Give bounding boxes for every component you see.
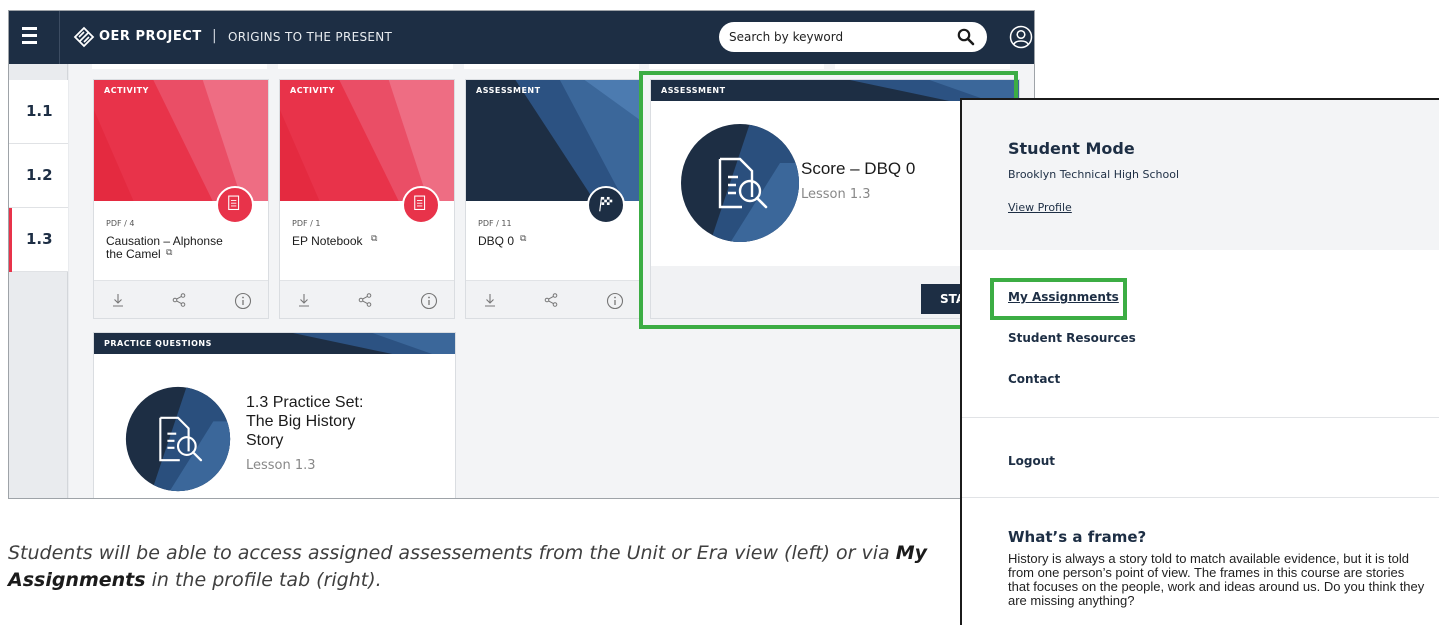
lesson-sidebar: 1.1 1.2 1.3: [9, 64, 68, 498]
checkered-flag-icon: [587, 186, 625, 224]
previous-row-card-edge: [278, 64, 453, 69]
school-name: Brooklyn Technical High School: [1008, 168, 1179, 181]
sidebar-item-label: 1.3: [26, 230, 53, 248]
search-icon[interactable]: [957, 28, 975, 46]
download-icon[interactable]: [110, 292, 126, 308]
top-navigation-bar: OER PROJECT | ORIGINS TO THE PRESENT: [9, 11, 1034, 64]
previous-row-card-edge: [835, 64, 1010, 69]
search-box: [719, 22, 987, 52]
highlight-box-my-assignments: [990, 278, 1127, 320]
card-title-line[interactable]: DBQ 0: [478, 235, 514, 248]
practice-search-document-icon: [125, 386, 231, 492]
practice-title-line[interactable]: Story: [246, 431, 283, 450]
share-icon[interactable]: [171, 292, 187, 308]
slide: OER PROJECT | ORIGINS TO THE PRESENT 1.1…: [0, 0, 1439, 625]
practice-questions-card[interactable]: PRACTICE QUESTIONS 1.3 Practice Set: The…: [93, 332, 456, 498]
file-info: PDF / 4: [106, 219, 135, 228]
student-resources-link[interactable]: Student Resources: [1008, 331, 1136, 345]
oer-logo-icon[interactable]: [73, 26, 95, 48]
course-title: ORIGINS TO THE PRESENT: [228, 30, 393, 44]
file-info: PDF / 1: [292, 219, 321, 228]
sidebar-item-1-2[interactable]: 1.2: [9, 144, 68, 208]
card-hero-image: [466, 80, 640, 201]
card-actions: [466, 280, 640, 318]
resource-card-causation[interactable]: ACTIVITY PDF / 4 Causation – Alphonse th…: [93, 79, 269, 319]
practice-title-line[interactable]: 1.3 Practice Set:: [246, 393, 363, 412]
card-title-line[interactable]: the Camel: [106, 248, 161, 261]
share-icon[interactable]: [543, 292, 559, 308]
caption-text: in the profile tab (right).: [145, 569, 382, 591]
brand-separator: |: [212, 28, 217, 44]
external-link-icon[interactable]: ⧉: [166, 248, 172, 258]
search-input[interactable]: [729, 28, 939, 46]
card-tag: ACTIVITY: [290, 86, 335, 95]
topbar-divider: [59, 11, 60, 64]
card-actions: [280, 280, 454, 318]
card-hero-image: [94, 80, 268, 201]
lesson-label: Lesson 1.3: [246, 458, 316, 473]
profile-panel: Student Mode Brooklyn Technical High Sch…: [960, 98, 1439, 625]
info-icon[interactable]: [234, 292, 252, 310]
card-tag: ACTIVITY: [104, 86, 149, 95]
user-profile-icon[interactable]: [1009, 25, 1033, 49]
hamburger-menu-icon[interactable]: [22, 27, 44, 47]
previous-row-card-edge: [464, 64, 639, 69]
logout-link[interactable]: Logout: [1008, 454, 1055, 468]
download-icon[interactable]: [482, 292, 498, 308]
card-hero-image: [280, 80, 454, 201]
student-mode-title: Student Mode: [1008, 139, 1135, 158]
contact-link[interactable]: Contact: [1008, 372, 1060, 386]
menu-divider: [962, 417, 1439, 418]
external-link-icon[interactable]: ⧉: [520, 234, 526, 244]
file-info: PDF / 11: [478, 219, 512, 228]
info-icon[interactable]: [420, 292, 438, 310]
menu-divider: [962, 497, 1439, 498]
sidebar-item-1-3[interactable]: 1.3: [9, 208, 68, 272]
frame-description: History is always a story told to match …: [1008, 551, 1425, 608]
sidebar-item-label: 1.2: [26, 166, 53, 184]
card-actions: [94, 280, 268, 318]
practice-title-line[interactable]: The Big History: [246, 412, 355, 431]
caption-text: Students will be able to access assigned…: [8, 542, 896, 564]
brand-name[interactable]: OER PROJECT: [99, 29, 202, 44]
share-icon[interactable]: [357, 292, 373, 308]
previous-row-card-edge: [649, 64, 824, 69]
info-icon[interactable]: [606, 292, 624, 310]
previous-row-card-edge: [92, 64, 267, 69]
card-title-line[interactable]: EP Notebook: [292, 235, 363, 248]
card-tag: ASSESSMENT: [476, 86, 541, 95]
frame-heading: What’s a frame?: [1008, 528, 1147, 546]
card-tag: PRACTICE QUESTIONS: [104, 339, 212, 348]
resource-card-ep-notebook[interactable]: ACTIVITY PDF / 1 EP Notebook ⧉: [279, 79, 455, 319]
document-icon: [216, 186, 254, 224]
slide-caption: Students will be able to access assigned…: [8, 540, 938, 594]
sidebar-item-1-1[interactable]: 1.1: [9, 80, 68, 144]
download-icon[interactable]: [296, 292, 312, 308]
sidebar-item-label: 1.1: [26, 102, 53, 120]
view-profile-link[interactable]: View Profile: [1008, 201, 1072, 214]
document-icon: [402, 186, 440, 224]
external-link-icon[interactable]: ⧉: [371, 234, 377, 244]
resource-card-dbq-0[interactable]: ASSESSMENT PDF / 11 DBQ 0 ⧉: [465, 79, 641, 319]
